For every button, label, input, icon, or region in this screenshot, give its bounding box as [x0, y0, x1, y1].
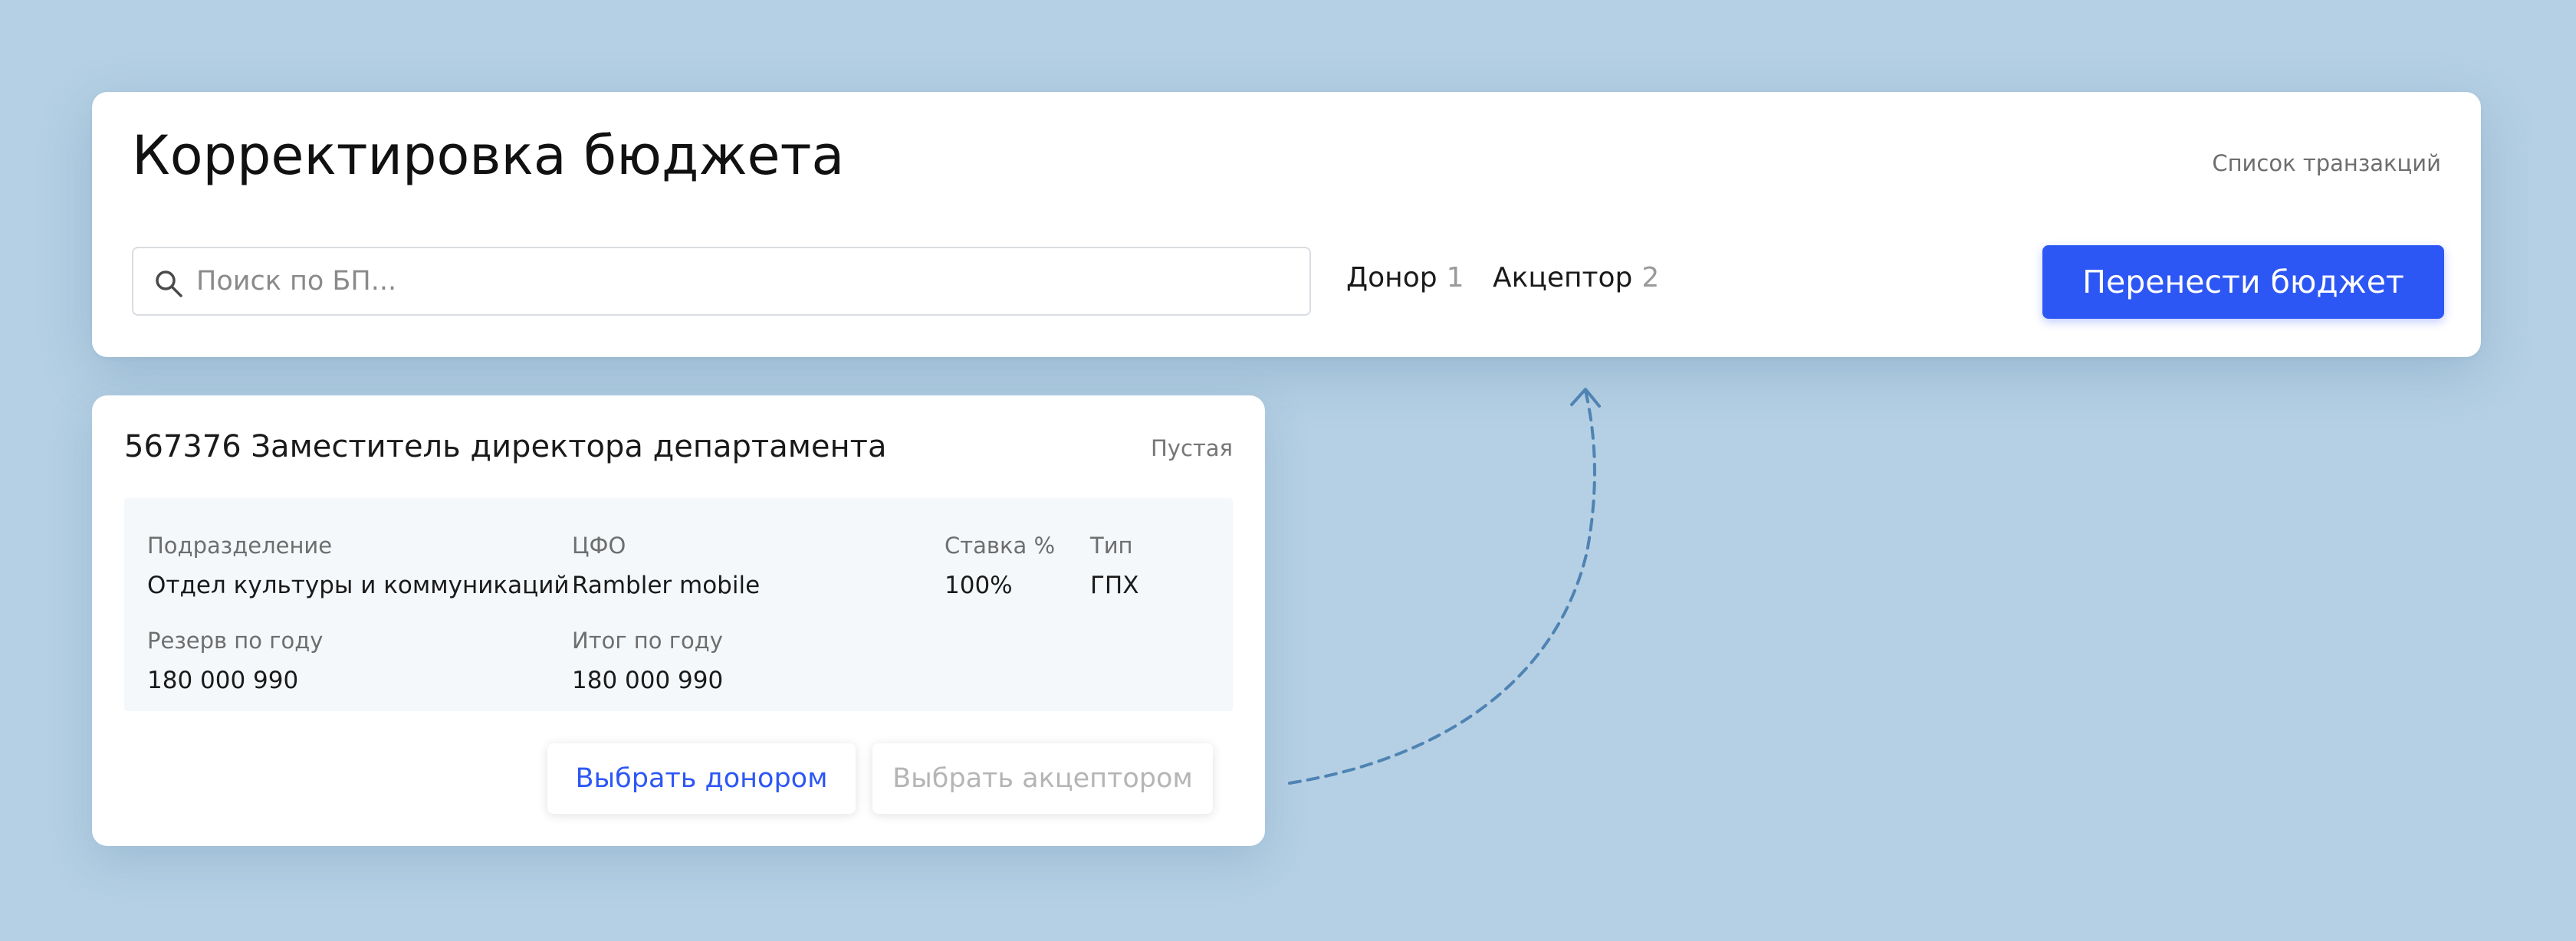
info-panel: Подразделение Отдел культуры и коммуника… [124, 498, 1233, 711]
field-type: Тип ГПХ [1090, 530, 1138, 601]
field-type-label: Тип [1090, 533, 1133, 559]
field-cfo-label: ЦФО [572, 533, 626, 559]
status-badge: Пустая [1150, 435, 1233, 461]
dashed-arrow-icon [1288, 388, 1601, 785]
field-total-value: 180 000 990 [572, 667, 724, 694]
select-donor-button[interactable]: Выбрать донором [547, 743, 856, 814]
field-total: Итог по году 180 000 990 [572, 625, 723, 696]
field-reserve: Резерв по году 180 000 990 [147, 625, 323, 696]
select-acceptor-button[interactable]: Выбрать акцептором [872, 743, 1213, 814]
field-cfo: ЦФО Rambler mobile [572, 530, 760, 601]
search-box[interactable] [132, 247, 1311, 316]
field-type-value: ГПХ [1090, 572, 1139, 599]
field-division-value: Отдел культуры и коммуникаций [147, 572, 570, 599]
search-input[interactable] [196, 261, 1285, 302]
field-division-label: Подразделение [147, 533, 333, 559]
field-rate-label: Ставка % [945, 533, 1056, 559]
card-title: 567376 Заместитель директора департамент… [124, 429, 887, 464]
transfer-budget-button[interactable]: Перенести бюджет [2042, 245, 2444, 319]
filter-acceptor-label: Акцептор [1493, 262, 1633, 293]
budget-position-card: 567376 Заместитель директора департамент… [92, 395, 1265, 846]
field-cfo-value: Rambler mobile [572, 572, 761, 599]
filter-acceptor[interactable]: Акцептор 2 [1493, 262, 1659, 293]
filter-donor-count: 1 [1446, 262, 1464, 293]
field-total-label: Итог по году [572, 628, 723, 654]
header-card: Корректировка бюджета Список транзакций … [92, 92, 2481, 357]
filter-acceptor-count: 2 [1641, 262, 1660, 293]
field-reserve-label: Резерв по году [147, 628, 324, 654]
filter-donor[interactable]: Донор 1 [1346, 262, 1464, 293]
field-reserve-value: 180 000 990 [147, 667, 299, 694]
field-rate: Ставка % 100% [945, 530, 1055, 601]
filter-donor-label: Донор [1346, 262, 1438, 293]
page-title: Корректировка бюджета [132, 124, 845, 187]
transactions-link[interactable]: Список транзакций [2212, 150, 2441, 176]
field-rate-value: 100% [945, 572, 1013, 599]
field-division: Подразделение Отдел культуры и коммуника… [147, 530, 570, 601]
search-icon [156, 270, 182, 297]
